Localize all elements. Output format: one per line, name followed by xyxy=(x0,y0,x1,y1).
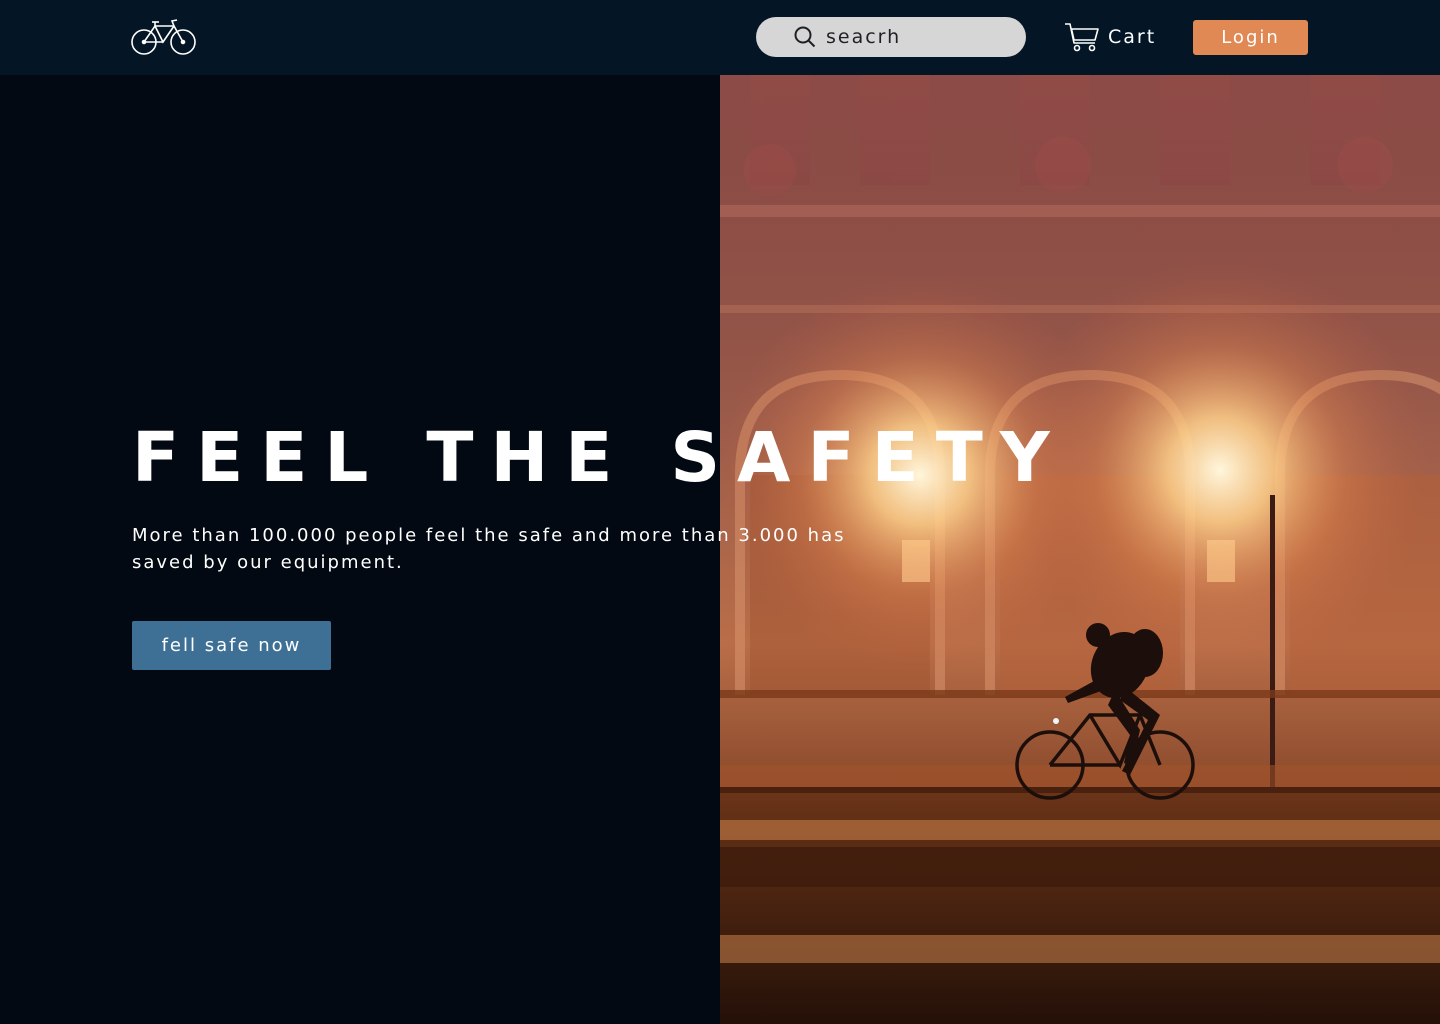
navbar: seacrh Cart Login xyxy=(0,0,1440,75)
cart-icon xyxy=(1064,21,1100,53)
search-input[interactable]: seacrh xyxy=(756,17,1026,57)
search-icon xyxy=(794,26,816,48)
feel-safe-now-button[interactable]: fell safe now xyxy=(132,621,331,670)
cart-label: Cart xyxy=(1108,26,1157,48)
bicycle-icon[interactable] xyxy=(130,18,198,56)
login-button[interactable]: Login xyxy=(1193,20,1308,55)
cart-button[interactable]: Cart xyxy=(1064,20,1164,54)
hero-title: FEEL THE SAFETY xyxy=(132,418,1067,498)
hero-subtitle: More than 100.000 people feel the safe a… xyxy=(132,525,846,573)
landing-page: seacrh Cart Login FEEL THE SAFETY More t… xyxy=(0,0,1440,1024)
search-placeholder: seacrh xyxy=(826,26,902,48)
